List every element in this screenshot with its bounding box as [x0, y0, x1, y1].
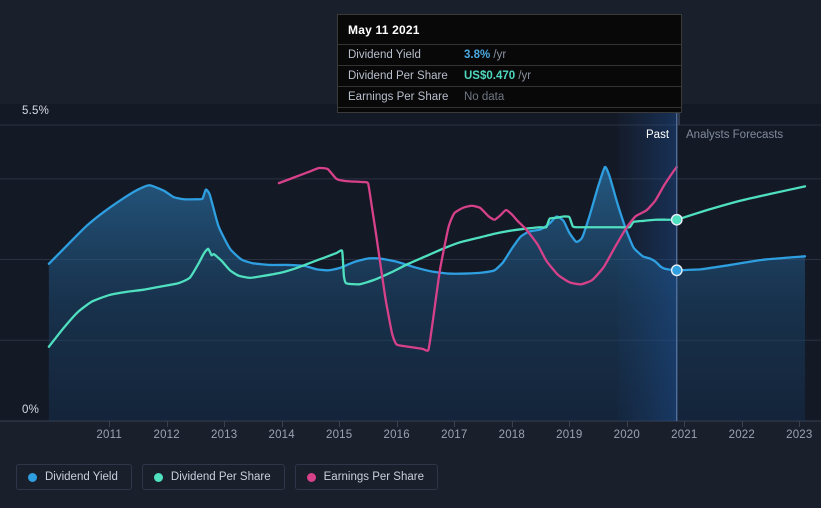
tooltip-row-label: Earnings Per Share	[348, 91, 449, 103]
x-axis-tick-2013: 2013	[210, 429, 238, 441]
x-axis-tick-mark	[224, 421, 226, 427]
tooltip-no-data: No data	[464, 91, 505, 103]
x-axis-tick-2021: 2021	[671, 429, 698, 441]
tooltip-value-unit: /yr	[490, 49, 507, 61]
tooltip-rows: Dividend Yield 3.8% /yr Dividend Per Share…	[338, 44, 681, 108]
x-axis-tick-2015: 2015	[325, 429, 353, 441]
x-axis-tick-2019: 2019	[556, 429, 583, 441]
y-axis-label-max: 5.5%	[22, 105, 50, 117]
tooltip-row: Dividend Yield 3.8% /yr	[338, 44, 681, 65]
legend-item-dividend-yield[interactable]: Dividend Yield	[16, 464, 132, 490]
x-axis-tick-mark	[511, 421, 513, 427]
x-axis-tick-mark	[454, 421, 456, 427]
x-axis-tick-2022: 2022	[728, 429, 755, 441]
tooltip-row-value: US$0.470 /yr	[464, 70, 531, 82]
x-axis-tick-mark	[281, 421, 283, 427]
x-axis: 2011 2012 2013 2014 2015 2016 2017 2018 2019 2020…	[0, 421, 821, 449]
x-axis-tick-2014: 2014	[268, 429, 295, 441]
x-axis-tick-mark	[569, 421, 571, 427]
past-label: Past	[646, 129, 670, 141]
tooltip-row-label: Dividend Yield	[348, 49, 421, 61]
forecast-label: Analysts Forecasts	[686, 129, 784, 141]
tooltip: May 11 2021 Dividend Yield 3.8% /yr Divide…	[337, 14, 682, 113]
series-marker-1	[670, 213, 683, 226]
series-marker-0	[670, 264, 683, 277]
x-axis-tick-mark	[799, 421, 801, 427]
tooltip-row: Dividend Per Share US$0.470 /yr	[338, 65, 681, 86]
x-axis-tick-2011: 2011	[96, 429, 122, 441]
x-axis-tick-2017: 2017	[441, 429, 468, 441]
tooltip-value-unit: /yr	[515, 70, 532, 82]
x-axis-tick-2023: 2023	[786, 429, 813, 441]
legend-color-dot-icon	[28, 472, 37, 482]
legend-item-earnings-per-share[interactable]: Earnings Per Share	[294, 464, 438, 490]
chart-screenshot: 5.5% 0% 2011 2012 2013 2014 2015 2016 2017 2018…	[0, 0, 821, 508]
x-axis-tick-2020: 2020	[613, 429, 640, 441]
x-axis-tick-mark	[166, 421, 168, 427]
tooltip-row-value: 3.8% /yr	[464, 49, 506, 61]
x-axis-tick-2012: 2012	[153, 429, 180, 441]
y-axis-label-min: 0%	[22, 404, 40, 416]
x-axis-tick-mark	[339, 421, 341, 427]
tooltip-row: Earnings Per Share No data	[338, 86, 681, 108]
legend-color-dot-icon	[306, 472, 316, 482]
chart-legend: Dividend Yield Dividend Per Share Earnings…	[16, 464, 438, 490]
tooltip-value-number: US$0.470	[464, 70, 516, 82]
tooltip-row-label: Dividend Per Share	[348, 70, 448, 82]
legend-item-dividend-per-share[interactable]: Dividend Per Share	[141, 464, 285, 490]
legend-item-label: Dividend Per Share	[170, 471, 271, 483]
x-axis-tick-2016: 2016	[383, 429, 410, 441]
legend-item-label: Earnings Per Share	[323, 471, 424, 483]
x-axis-tick-2018: 2018	[498, 429, 525, 441]
legend-color-dot-icon	[153, 472, 163, 482]
x-axis-tick-mark	[396, 421, 398, 427]
tooltip-row-value: No data	[464, 91, 504, 103]
legend-item-label: Dividend Yield	[45, 471, 118, 483]
x-axis-tick-mark	[741, 421, 743, 427]
tooltip-value-number: 3.8%	[464, 49, 491, 61]
x-axis-tick-mark	[684, 421, 686, 427]
tooltip-date: May 11 2021	[348, 23, 420, 37]
x-axis-tick-mark	[109, 421, 111, 427]
x-axis-tick-mark	[626, 421, 628, 427]
